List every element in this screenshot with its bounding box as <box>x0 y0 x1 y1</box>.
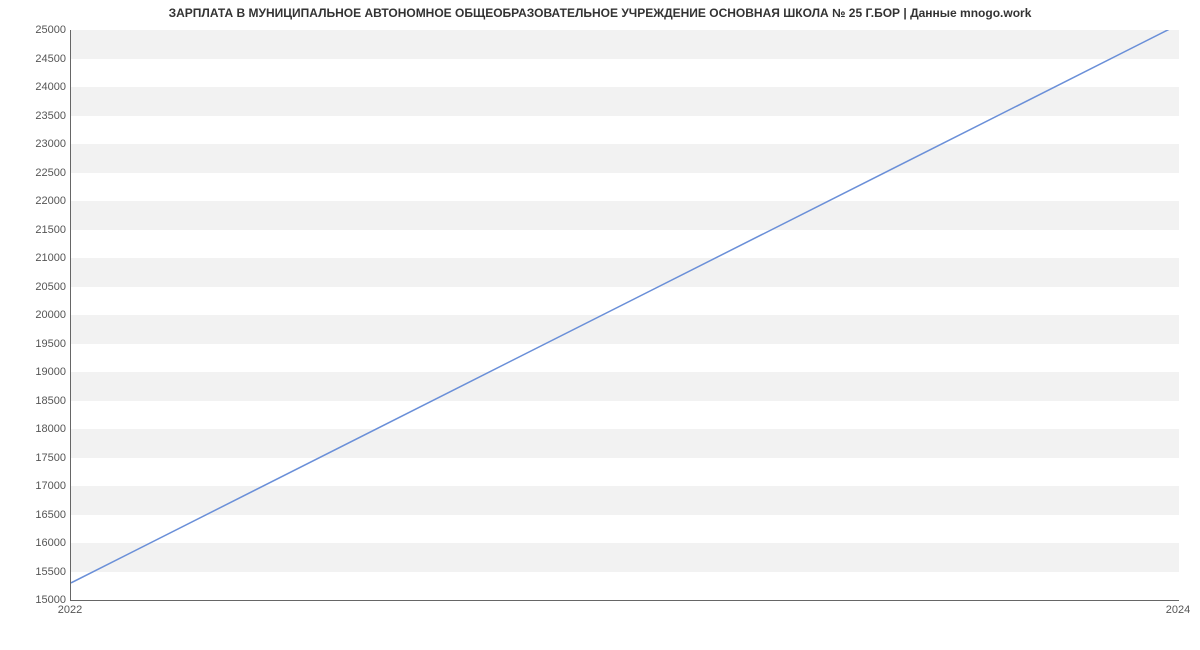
y-tick-label: 22500 <box>6 167 66 179</box>
y-tick-label: 16000 <box>6 537 66 549</box>
series-line <box>71 30 1179 583</box>
y-tick-label: 19000 <box>6 366 66 378</box>
y-tick-label: 17000 <box>6 480 66 492</box>
y-tick-label: 20500 <box>6 281 66 293</box>
y-tick-label: 23500 <box>6 110 66 122</box>
y-tick-label: 24000 <box>6 81 66 93</box>
chart-container: ЗАРПЛАТА В МУНИЦИПАЛЬНОЕ АВТОНОМНОЕ ОБЩЕ… <box>0 0 1200 650</box>
y-tick-label: 23000 <box>6 138 66 150</box>
y-tick-label: 20000 <box>6 309 66 321</box>
y-tick-label: 24500 <box>6 53 66 65</box>
line-series <box>71 30 1179 600</box>
x-tick-label: 2022 <box>58 604 82 616</box>
y-tick-label: 21000 <box>6 252 66 264</box>
y-tick-label: 19500 <box>6 338 66 350</box>
y-tick-label: 18000 <box>6 423 66 435</box>
y-tick-label: 21500 <box>6 224 66 236</box>
y-tick-label: 22000 <box>6 195 66 207</box>
x-tick-label: 2024 <box>1166 604 1190 616</box>
y-tick-label: 18500 <box>6 395 66 407</box>
y-tick-label: 25000 <box>6 24 66 36</box>
y-tick-label: 17500 <box>6 452 66 464</box>
y-tick-label: 15500 <box>6 566 66 578</box>
y-tick-label: 16500 <box>6 509 66 521</box>
plot-area <box>70 30 1179 601</box>
chart-title: ЗАРПЛАТА В МУНИЦИПАЛЬНОЕ АВТОНОМНОЕ ОБЩЕ… <box>0 6 1200 20</box>
